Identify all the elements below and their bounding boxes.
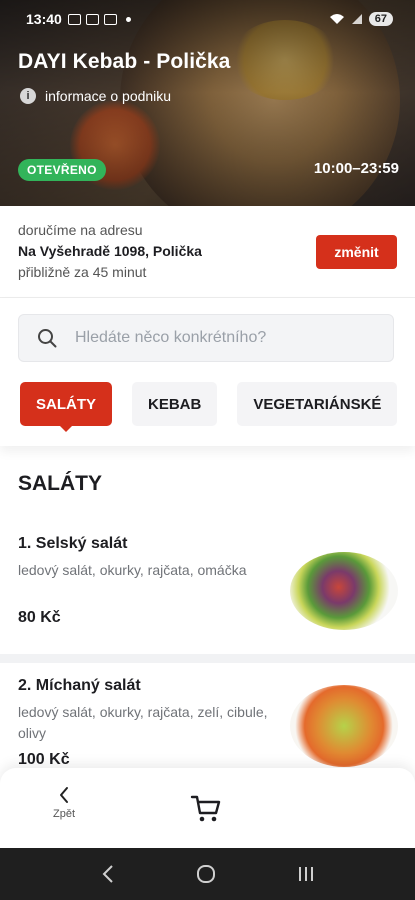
delivery-label: doručíme na adresu (18, 222, 143, 238)
delivery-address-panel: doručíme na adresu Na Vyšehradě 1098, Po… (0, 206, 415, 298)
delivery-eta: přibližně za 45 minut (18, 264, 147, 280)
menu-item-description: ledový salát, okurky, rajčata, omáčka (18, 562, 247, 578)
more-dot-icon (125, 16, 131, 22)
system-navigation-bar (0, 848, 415, 900)
menu-item-image (290, 685, 398, 767)
delivery-address: Na Vyšehradě 1098, Polička (18, 243, 202, 259)
status-icons (67, 13, 131, 25)
status-bar: 13:40 67 (26, 8, 393, 30)
screenshot-icon (67, 13, 81, 25)
message-icon (103, 13, 117, 25)
menu-item-price: 100 Kč (18, 751, 70, 768)
status-time: 13:40 (26, 11, 62, 27)
notification-icon (85, 13, 99, 25)
cart-button[interactable] (190, 794, 222, 829)
wifi-icon (329, 14, 344, 24)
section-title: SALÁTY (18, 472, 102, 495)
system-back-icon[interactable] (101, 864, 115, 884)
system-home-icon[interactable] (196, 864, 216, 884)
opening-hours: 10:00–23:59 (313, 160, 399, 177)
menu-item[interactable]: 1. Selský salát ledový salát, okurky, ra… (0, 520, 415, 654)
cart-icon (190, 795, 221, 822)
menu-divider (0, 654, 415, 663)
battery-indicator: 67 (368, 12, 393, 26)
tab-kebab[interactable]: KEBAB (132, 382, 218, 426)
menu-item-name: 1. Selský salát (18, 535, 128, 552)
menu-item-image (290, 552, 398, 630)
restaurant-hero: 13:40 67 DAYI Kebab - Polička i informac… (0, 0, 415, 206)
search-and-categories: Hledáte něco konkrétního? SALÁTY KEBAB V… (0, 298, 415, 446)
menu-item-description: ledový salát, okurky, rajčata, zelí, cib… (18, 704, 268, 741)
tab-vegetarianske[interactable]: VEGETARIÁNSKÉ (237, 382, 398, 426)
menu-item-name: 2. Míchaný salát (18, 677, 141, 694)
category-tabs: SALÁTY KEBAB VEGETARIÁNSKÉ (20, 382, 398, 432)
menu-item[interactable]: 2. Míchaný salát ledový salát, okurky, r… (0, 663, 415, 773)
signal-icon (351, 14, 362, 24)
bottom-navigation: Zpět (0, 768, 415, 848)
back-label: Zpět (52, 808, 75, 820)
category-tabs-viewport: SALÁTY KEBAB VEGETARIÁNSKÉ (0, 298, 398, 446)
menu-item-price: 80 Kč (18, 609, 61, 626)
tab-salaty[interactable]: SALÁTY (20, 382, 112, 432)
open-status-badge: OTEVŘENO (18, 159, 106, 181)
back-button[interactable]: Zpět (42, 786, 86, 820)
info-link-label: informace o podniku (45, 88, 172, 104)
change-address-button[interactable]: změnit (316, 235, 397, 269)
chevron-left-icon (60, 787, 68, 803)
system-recents-icon[interactable] (297, 865, 315, 883)
restaurant-name: DAYI Kebab - Polička (18, 50, 231, 73)
restaurant-info-link[interactable]: i informace o podniku (20, 88, 171, 104)
info-icon: i (20, 88, 36, 104)
